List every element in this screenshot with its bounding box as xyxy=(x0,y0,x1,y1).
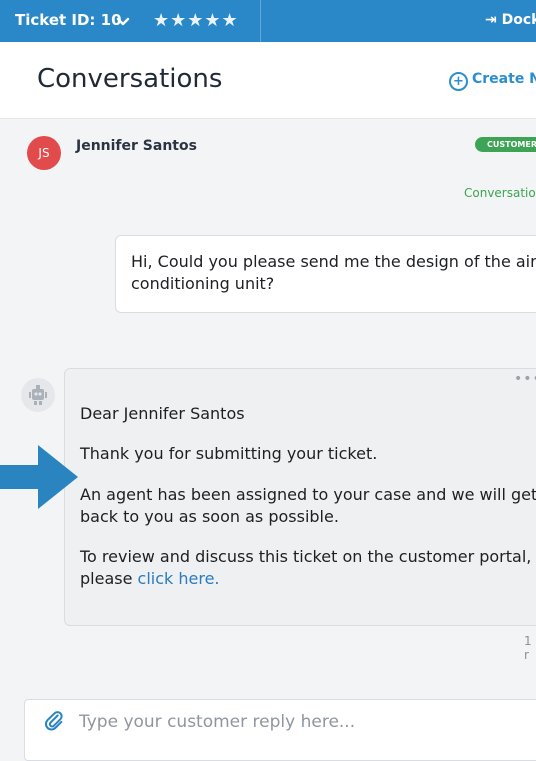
create-new-label: Create Ne xyxy=(472,71,536,87)
bot-thanks: Thank you for submitting your ticket. xyxy=(80,444,378,463)
rating-stars[interactable]: ★★★★★ xyxy=(153,10,239,31)
ticket-id-label[interactable]: Ticket ID: 10 xyxy=(15,11,122,29)
more-icon[interactable]: ••• xyxy=(514,371,536,387)
bot-review: To review and discuss this ticket on the… xyxy=(80,546,536,590)
page-title: Conversations xyxy=(37,64,223,94)
avatar: JS xyxy=(27,136,61,170)
bot-assigned: An agent has been assigned to your case … xyxy=(80,485,536,526)
chevron-down-icon[interactable] xyxy=(116,13,130,32)
robot-icon xyxy=(21,378,55,412)
bot-message-bubble: ••• Dear Jennifer Santos Thank you for s… xyxy=(64,368,536,626)
reply-box[interactable]: Type your customer reply here... xyxy=(24,699,536,761)
dock-button[interactable]: ⇥ Dock xyxy=(485,12,536,28)
dock-label: Dock xyxy=(501,12,536,28)
create-new-button[interactable]: +Create Ne xyxy=(449,71,536,91)
topbar-divider xyxy=(260,0,261,42)
conversation-link[interactable]: Conversatio xyxy=(464,186,536,200)
customer-message-text: Hi, Could you please send me the design … xyxy=(131,252,536,293)
top-bar: Ticket ID: 10 ★★★★★ ⇥ Dock xyxy=(0,0,536,42)
dock-icon: ⇥ xyxy=(485,12,497,28)
conversations-header: Conversations +Create Ne xyxy=(0,42,536,119)
message-timestamp: 1 r xyxy=(524,634,532,662)
plus-circle-icon: + xyxy=(449,72,468,91)
paperclip-icon[interactable] xyxy=(43,710,65,736)
customer-badge: CUSTOMER xyxy=(475,137,536,152)
customer-message-bubble: Hi, Could you please send me the design … xyxy=(115,235,536,313)
sender-name: Jennifer Santos xyxy=(76,138,197,154)
click-here-link[interactable]: click here. xyxy=(138,569,220,588)
bot-greeting: Dear Jennifer Santos xyxy=(80,404,245,423)
arrow-right-icon xyxy=(0,445,80,513)
reply-input[interactable]: Type your customer reply here... xyxy=(79,712,355,732)
